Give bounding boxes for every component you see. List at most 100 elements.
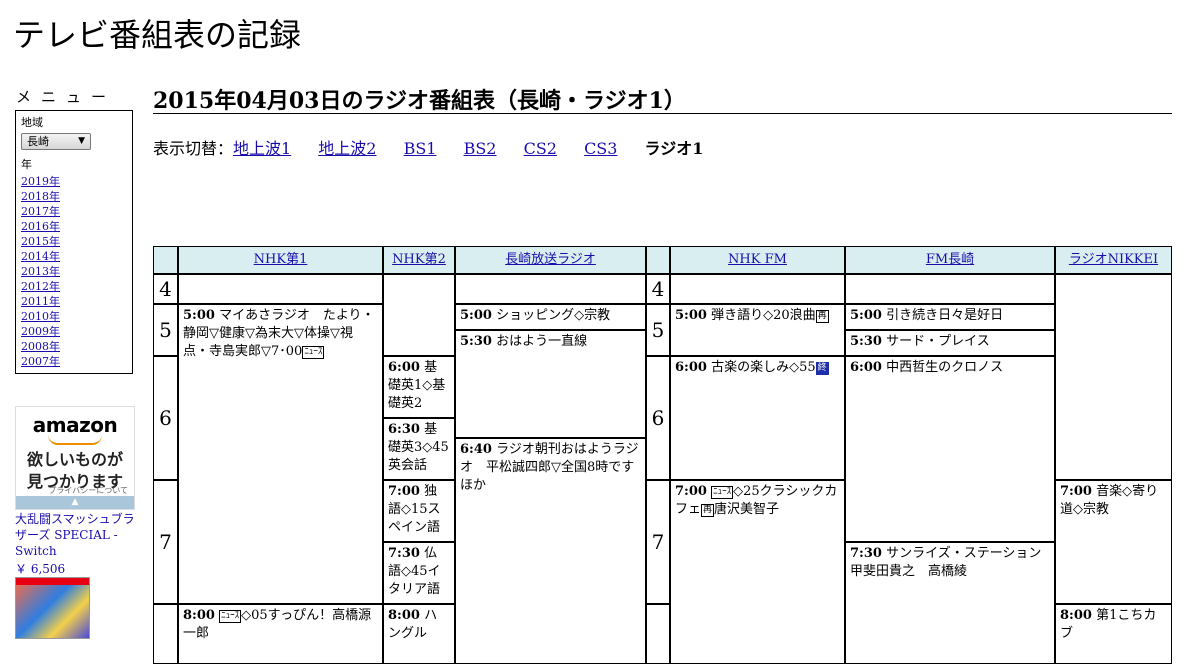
ad-product-name[interactable]: 大乱闘スマッシュブラザーズ SPECIAL - Switch	[15, 511, 140, 559]
year-link[interactable]: 2012年	[21, 280, 60, 293]
switch-link-terrestrial-1[interactable]: 地上波1	[233, 139, 291, 158]
year-link[interactable]: 2007年	[21, 355, 60, 368]
end-icon: 終	[815, 362, 829, 375]
channel-header: NHK第1	[178, 246, 383, 274]
channel-link-nbc-radio[interactable]: 長崎放送ラジオ	[505, 252, 596, 267]
program-time: 8:00	[388, 608, 420, 623]
program-cell-empty	[845, 274, 1055, 304]
switch-link-terrestrial-2[interactable]: 地上波2	[318, 139, 376, 158]
header-corner-middle	[646, 246, 670, 274]
channel-header: 長崎放送ラジオ	[455, 246, 646, 274]
year-link[interactable]: 2019年	[21, 175, 60, 188]
news-icon: ﾆｭｰｽ	[711, 486, 734, 499]
switch-link-bs2[interactable]: BS2	[464, 139, 497, 158]
year-link[interactable]: 2011年	[21, 295, 60, 308]
program-time: 8:00	[1060, 608, 1092, 623]
amazon-logo: amazon	[32, 413, 118, 437]
menu-heading: メニュー	[16, 88, 117, 106]
program-cell-empty	[178, 274, 383, 304]
program-cell[interactable]: 5:00 弾き語り◇20浪曲再	[670, 304, 845, 356]
year-link[interactable]: 2009年	[21, 325, 60, 338]
program-title: 中西哲生のクロノス	[886, 360, 1004, 375]
program-time: 7:30	[388, 546, 420, 561]
year-link[interactable]: 2015年	[21, 235, 60, 248]
site-title: テレビ番組表の記録	[13, 16, 302, 54]
year-link[interactable]: 2013年	[21, 265, 60, 278]
channel-link-radio-nikkei[interactable]: ラジオNIKKEI	[1069, 252, 1158, 267]
hour-label: 5	[646, 304, 670, 356]
program-title: サード・プレイス	[886, 334, 990, 349]
rebroadcast-icon: 再	[815, 310, 829, 323]
page-heading: 2015年04月03日のラジオ番組表（長崎・ラジオ1）	[153, 83, 1172, 114]
program-cell[interactable]: 8:00 ﾆｭｰｽ ◇05すっぴん！高橋源一郎	[178, 604, 383, 664]
program-time: 5:00	[675, 308, 707, 323]
channel-header: NHK FM	[670, 246, 845, 274]
channel-link-fm-nagasaki[interactable]: FM長崎	[926, 252, 974, 267]
ad-product-price: ￥ 6,506	[15, 562, 66, 576]
hour-label: 6	[646, 356, 670, 480]
program-cell[interactable]: 5:00 マイあさラジオ たより・静岡▽健康▽為末大▽体操▽視点・寺島実郎▽7･…	[178, 304, 383, 604]
program-cell[interactable]: 6:40 ラジオ朝刊おはようラジオ 平松誠四郎▽全国8時です ほか	[455, 438, 646, 664]
year-link[interactable]: 2008年	[21, 340, 60, 353]
hour-label: 7	[646, 480, 670, 604]
program-cell[interactable]: 5:30 サード・プレイス	[845, 330, 1055, 356]
program-cell[interactable]: 7:30 仏語◇45イタリア語	[383, 542, 455, 604]
ad-scroll-bar[interactable]: ▲	[16, 496, 134, 509]
year-list: 2019年 2018年 2017年 2016年 2015年 2014年 2013…	[21, 174, 127, 369]
program-cell[interactable]: 7:30 サンライズ・ステーション甲斐田貴之 高橋綾	[845, 542, 1055, 664]
region-select[interactable]: 長崎 ▼	[21, 132, 91, 150]
year-link[interactable]: 2017年	[21, 205, 60, 218]
program-cell[interactable]: 5:00 引き続き日々是好日	[845, 304, 1055, 330]
channel-link-nhk-fm[interactable]: NHK FM	[728, 252, 787, 267]
program-title: 古楽の楽しみ◇55	[711, 360, 816, 375]
program-time: 6:00	[850, 360, 882, 375]
switch-box-strip	[16, 578, 89, 585]
year-link[interactable]: 2010年	[21, 310, 60, 323]
program-cell[interactable]: 6:00 基礎英1◇基礎英2	[383, 356, 455, 418]
program-title: おはよう一直線	[496, 334, 588, 349]
hour-label: 5	[153, 304, 178, 356]
program-title: ショッピング◇宗教	[496, 308, 611, 323]
program-cell[interactable]: 5:30 おはよう一直線	[455, 330, 646, 438]
channel-header: ラジオNIKKEI	[1055, 246, 1172, 274]
program-time: 7:00	[675, 484, 707, 499]
program-cell[interactable]: 5:00 ショッピング◇宗教	[455, 304, 646, 330]
year-link[interactable]: 2016年	[21, 220, 60, 233]
hour-label	[153, 604, 178, 664]
program-time: 7:00	[388, 484, 420, 499]
program-cell[interactable]: 6:00 古楽の楽しみ◇55 終	[670, 356, 845, 480]
switch-link-bs1[interactable]: BS1	[404, 139, 437, 158]
program-cell[interactable]: 7:00 独語◇15スペイン語	[383, 480, 455, 542]
program-cell[interactable]: 6:30 基礎英3◇45英会話	[383, 418, 455, 480]
hour-label: 7	[153, 480, 178, 604]
hour-label	[646, 604, 670, 664]
switch-link-cs3[interactable]: CS3	[584, 139, 617, 158]
switch-link-cs2[interactable]: CS2	[524, 139, 557, 158]
program-time: 5:00	[460, 308, 492, 323]
channel-header: FM長崎	[845, 246, 1055, 274]
ad-privacy-link[interactable]: プライバシーについて	[48, 485, 128, 496]
hour-label: 4	[646, 274, 670, 304]
year-link[interactable]: 2018年	[21, 190, 60, 203]
ad-tagline-line-1: 欲しいものが	[26, 450, 123, 469]
program-cell[interactable]: 8:00 第1こちカブ	[1055, 604, 1172, 664]
year-label: 年	[21, 157, 32, 171]
channel-link-nhk2[interactable]: NHK第2	[392, 252, 446, 267]
program-time: 7:00	[1060, 484, 1092, 499]
hour-label: 6	[153, 356, 178, 480]
year-link[interactable]: 2014年	[21, 250, 60, 263]
channel-link-nhk1[interactable]: NHK第1	[254, 252, 308, 267]
program-cell[interactable]: 7:00 音楽◇寄り道◇宗教	[1055, 480, 1172, 604]
menu-box: 地域 長崎 ▼ 年 2019年 2018年 2017年 2016年 2015年 …	[15, 110, 133, 374]
program-grid: NHK第1 NHK第2 長崎放送ラジオ NHK FM FM長崎 ラジオNIKKE…	[153, 246, 1172, 664]
program-cell[interactable]: 8:00 ハングル	[383, 604, 455, 664]
program-title: 引き続き日々是好日	[886, 308, 1004, 323]
program-time: 5:30	[850, 334, 882, 349]
program-cell-empty	[455, 274, 646, 304]
program-cell-empty	[383, 274, 455, 356]
amazon-ad-banner[interactable]: amazon 欲しいものが 見つかります プライバシーについて ▲	[15, 406, 135, 510]
program-time: 6:00	[388, 360, 420, 375]
program-cell[interactable]: 7:00 ﾆｭｰｽ ◇25クラシックカフェ再唐沢美智子	[670, 480, 845, 664]
program-time: 6:40	[460, 442, 492, 457]
program-cell[interactable]: 6:00 中西哲生のクロノス	[845, 356, 1055, 542]
